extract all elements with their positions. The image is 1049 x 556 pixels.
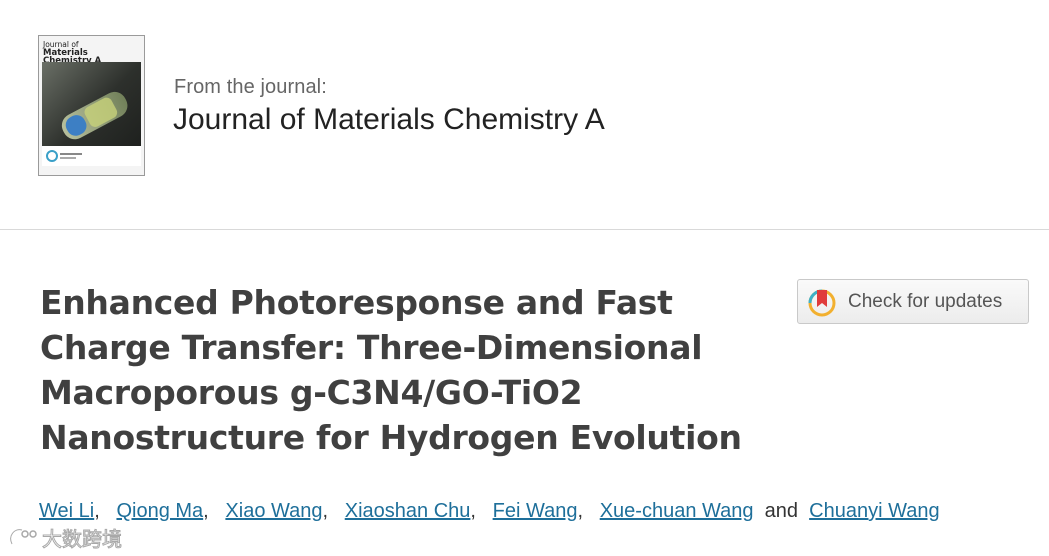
author-list: Wei Li, Qiong Ma, Xiao Wang, Xiaoshan Ch… (39, 500, 940, 523)
author-link[interactable]: Chuanyi Wang (809, 500, 939, 522)
author-separator: , (577, 500, 584, 522)
author-link[interactable]: Qiong Ma (116, 500, 203, 522)
author-separator: , (203, 500, 209, 522)
check-for-updates-label: Check for updates (848, 290, 1003, 312)
author-link[interactable]: Xue-chuan Wang (600, 500, 754, 522)
watermark: 大数跨境 (8, 522, 148, 552)
crossmark-icon (808, 289, 836, 316)
journal-name-link[interactable]: Journal of Materials Chemistry A (173, 103, 605, 137)
author-link[interactable]: Fei Wang (493, 500, 578, 522)
author-link[interactable]: Xiao Wang (225, 500, 322, 522)
author-link[interactable]: Xiaoshan Chu (345, 500, 471, 522)
check-for-updates-button[interactable]: Check for updates (797, 279, 1029, 324)
article-title-line: Charge Transfer: Three-Dimensional (40, 328, 703, 367)
article-title: Enhanced Photoresponse and Fast Charge T… (40, 280, 780, 460)
cover-artwork (42, 62, 141, 166)
article-title-line: Nanostructure for Hydrogen Evolution (40, 418, 742, 457)
journal-cover-image[interactable]: Journal of Materials Chemistry A (38, 35, 145, 176)
article-title-line: Macroporous g-C3N4/GO-TiO2 (40, 373, 583, 412)
header-divider (0, 229, 1049, 230)
article-title-line: Enhanced Photoresponse and Fast (40, 283, 673, 322)
author-separator: , (470, 500, 476, 522)
from-journal-label: From the journal: (174, 76, 327, 98)
watermark-text: 大数跨境 (42, 526, 123, 551)
watermark-logo-icon (9, 528, 37, 545)
author-separator: , (322, 500, 329, 522)
author-conjunction: and (764, 500, 799, 522)
author-separator: , (94, 500, 100, 522)
author-link[interactable]: Wei Li (39, 500, 94, 522)
